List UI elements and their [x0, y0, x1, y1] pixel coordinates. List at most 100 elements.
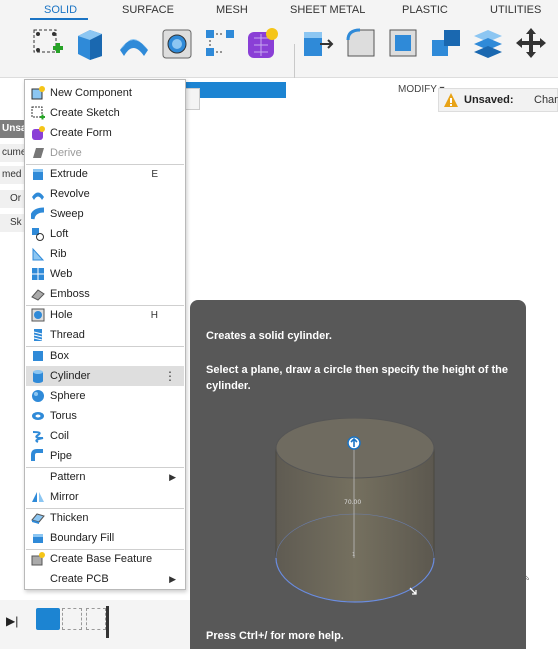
pcb-icon: [30, 571, 46, 587]
menu-item-label: Revolve: [50, 188, 90, 200]
menu-item-label: Extrude: [50, 168, 88, 180]
pattern-icon: [30, 469, 46, 485]
emboss-icon: [30, 286, 46, 302]
browser-item[interactable]: Sk: [0, 214, 24, 232]
menu-item-label: Emboss: [50, 288, 90, 300]
menu-item-label: Thicken: [50, 512, 89, 524]
menu-item-loft[interactable]: Loft: [26, 224, 184, 244]
tooltip-help-hint: Press Ctrl+/ for more help.: [206, 630, 344, 642]
menu-item-mirror[interactable]: Mirror: [26, 487, 184, 507]
browser-item[interactable]: Or: [0, 190, 24, 208]
menu-item-sphere[interactable]: Sphere: [26, 386, 184, 406]
menu-item-label: New Component: [50, 87, 132, 99]
offset-face-icon[interactable]: [472, 26, 506, 60]
menu-item-boundary-fill[interactable]: Boundary Fill: [26, 528, 184, 548]
menu-item-thicken[interactable]: Thicken: [26, 508, 184, 528]
press-pull-icon[interactable]: [300, 26, 334, 60]
tab-solid[interactable]: SOLID: [44, 4, 77, 16]
menu-item-label: Pattern: [50, 471, 86, 483]
menu-item-web[interactable]: Web: [26, 264, 184, 284]
tab-utilities[interactable]: UTILITIES: [490, 4, 541, 16]
timeline-sketch-icon[interactable]: [62, 608, 82, 630]
create-form-icon: [30, 125, 46, 141]
pipe-icon: [30, 448, 46, 464]
web-icon: [30, 266, 46, 282]
menu-item-hole[interactable]: Hole H: [26, 305, 184, 325]
menu-item-label: Coil: [50, 430, 69, 442]
thread-icon: [30, 327, 46, 343]
menu-item-label: Pipe: [50, 450, 73, 462]
menu-item-label: Rib: [50, 248, 67, 260]
menu-item-box[interactable]: Box: [26, 346, 184, 366]
menu-item-emboss[interactable]: Emboss: [26, 284, 184, 304]
menu-item-create-sketch[interactable]: Create Sketch: [26, 103, 184, 123]
timeline: ▶|: [0, 600, 190, 649]
shell-icon[interactable]: [386, 26, 420, 60]
dimension-label: 70.00: [344, 499, 361, 506]
timeline-feature-icon[interactable]: [36, 608, 60, 630]
play-icon[interactable]: ▶|: [6, 614, 18, 628]
move-icon[interactable]: [514, 26, 548, 60]
tab-sheet-metal[interactable]: SHEET METAL: [290, 4, 365, 16]
menu-item-label: Box: [50, 350, 69, 362]
tooltip-title: Creates a solid cylinder.: [206, 330, 332, 342]
menu-item-label: Web: [50, 268, 73, 280]
revolve-icon: [30, 186, 46, 202]
menu-item-label: Create Sketch: [50, 107, 120, 119]
hole-icon[interactable]: [160, 26, 194, 60]
menu-item-rib[interactable]: Rib: [26, 244, 184, 264]
derive-icon: [30, 145, 46, 161]
menu-item-extrude[interactable]: Extrude E: [26, 164, 184, 184]
browser-item[interactable]: med Y: [0, 166, 24, 184]
browser-root[interactable]: Unsa: [0, 120, 24, 138]
menu-item-label: Sphere: [50, 390, 86, 402]
toolbar-separator: [294, 44, 295, 78]
menu-item-sweep[interactable]: Sweep: [26, 204, 184, 224]
menu-item-label: Create PCB: [50, 573, 109, 585]
loft-icon: [30, 226, 46, 242]
menu-item-label: Torus: [50, 410, 77, 422]
create-dropdown-menu: New Component Create Sketch Create Form …: [24, 79, 186, 590]
menu-item-create-form[interactable]: Create Form: [26, 123, 184, 143]
menu-item-pipe[interactable]: Pipe: [26, 446, 184, 466]
timeline-sketch-icon[interactable]: [86, 608, 106, 630]
workspace-tabs: SOLID SURFACE MESH SHEET METAL PLASTIC U…: [0, 0, 558, 21]
menu-item-torus[interactable]: Torus: [26, 406, 184, 426]
base-feature-icon: [30, 551, 46, 567]
menu-item-label: Hole: [50, 309, 73, 321]
timeline-marker[interactable]: [106, 606, 109, 638]
create-sketch-icon[interactable]: [30, 26, 64, 60]
fillet-icon[interactable]: [344, 26, 378, 60]
tooltip-description: Select a plane, draw a circle then speci…: [206, 364, 508, 392]
menu-item-create-base-feature[interactable]: Create Base Feature: [26, 549, 184, 569]
menu-item-label: Cylinder: [50, 370, 91, 382]
menu-item-thread[interactable]: Thread: [26, 325, 184, 345]
mirror-icon: [30, 489, 46, 505]
menu-item-coil[interactable]: Coil: [26, 426, 184, 446]
menu-item-label: Create Form: [50, 127, 112, 139]
box-icon: [30, 348, 46, 364]
revolve-icon[interactable]: [116, 26, 150, 60]
menu-item-label: Mirror: [50, 491, 79, 503]
combine-icon[interactable]: [430, 26, 464, 60]
menu-item-derive: Derive: [26, 143, 184, 163]
tab-plastic[interactable]: PLASTIC: [402, 4, 448, 16]
menu-item-revolve[interactable]: Revolve: [26, 184, 184, 204]
rib-icon: [30, 246, 46, 262]
more-options-icon[interactable]: ⋮: [164, 369, 176, 383]
menu-item-create-pcb[interactable]: Create PCB ▶: [26, 569, 184, 589]
menu-item-new-component[interactable]: New Component: [26, 83, 184, 103]
panel-button[interactable]: [184, 88, 200, 110]
torus-icon: [30, 408, 46, 424]
extrude-icon[interactable]: [74, 26, 108, 60]
cylinder-icon: [30, 368, 46, 384]
menu-item-cylinder[interactable]: Cylinder ⋮: [26, 366, 184, 386]
tab-mesh[interactable]: MESH: [216, 4, 248, 16]
tab-surface[interactable]: SURFACE: [122, 4, 174, 16]
pattern-icon[interactable]: [204, 26, 238, 60]
create-form-icon[interactable]: [246, 26, 280, 60]
coil-icon: [30, 428, 46, 444]
cylinder-tooltip: Creates a solid cylinder. Select a plane…: [190, 300, 526, 649]
menu-item-pattern[interactable]: Pattern ▶: [26, 467, 184, 487]
browser-item[interactable]: cumen: [0, 144, 24, 162]
